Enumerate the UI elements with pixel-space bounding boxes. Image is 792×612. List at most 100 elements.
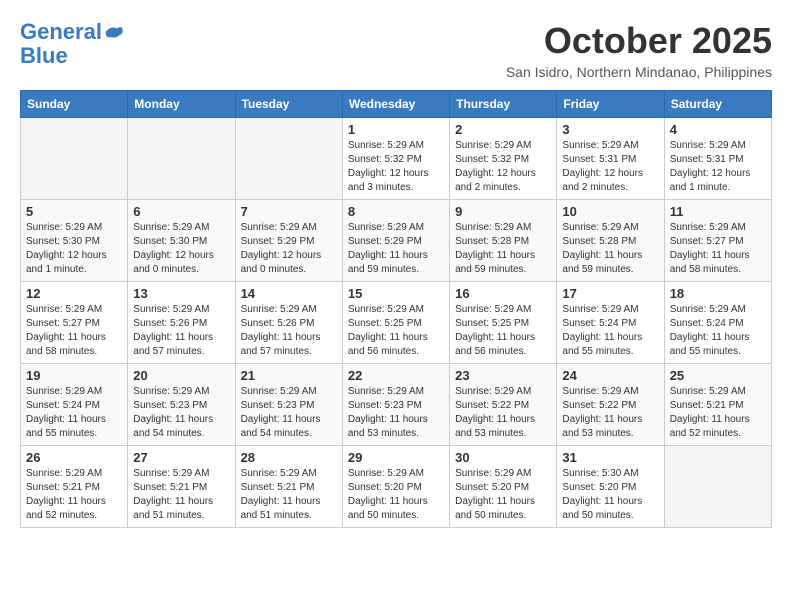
- calendar-week-row: 19 Sunrise: 5:29 AMSunset: 5:24 PMDayligh…: [21, 364, 772, 446]
- day-number: 13: [133, 286, 229, 301]
- day-info: Sunrise: 5:29 AMSunset: 5:24 PMDaylight:…: [670, 303, 766, 359]
- day-number: 26: [26, 450, 122, 465]
- day-number: 4: [670, 122, 766, 137]
- weekday-header-cell: Saturday: [664, 91, 771, 118]
- calendar-day-cell: 28 Sunrise: 5:29 AMSunset: 5:21 PMDayligh…: [235, 446, 342, 528]
- day-info: Sunrise: 5:29 AMSunset: 5:30 PMDaylight:…: [26, 221, 122, 277]
- calendar-day-cell: 30Sunrise: 5:29 AMSunset: 5:20 PMDayligh…: [450, 446, 557, 528]
- calendar-day-cell: 27 Sunrise: 5:29 AMSunset: 5:21 PMDayligh…: [128, 446, 235, 528]
- day-info: Sunrise: 5:29 AMSunset: 5:26 PMDaylight:…: [241, 303, 337, 359]
- day-number: 2: [455, 122, 551, 137]
- day-number: 12: [26, 286, 122, 301]
- day-info: Sunrise: 5:29 AMSunset: 5:21 PMDaylight:…: [241, 467, 337, 523]
- title-section: October 2025 San Isidro, Northern Mindan…: [506, 20, 772, 80]
- location-title: San Isidro, Northern Mindanao, Philippin…: [506, 64, 772, 80]
- calendar-day-cell: 10 Sunrise: 5:29 AMSunset: 5:28 PMDayligh…: [557, 200, 664, 282]
- calendar-day-cell: 17 Sunrise: 5:29 AMSunset: 5:24 PMDayligh…: [557, 282, 664, 364]
- day-info: Sunrise: 5:29 AMSunset: 5:20 PMDaylight:…: [455, 467, 551, 523]
- calendar-day-cell: [21, 118, 128, 200]
- calendar-day-cell: 18 Sunrise: 5:29 AMSunset: 5:24 PMDayligh…: [664, 282, 771, 364]
- calendar-day-cell: 16Sunrise: 5:29 AMSunset: 5:25 PMDayligh…: [450, 282, 557, 364]
- calendar-table: SundayMondayTuesdayWednesdayThursdayFrid…: [20, 90, 772, 528]
- calendar-day-cell: 12Sunrise: 5:29 AMSunset: 5:27 PMDayligh…: [21, 282, 128, 364]
- day-number: 6: [133, 204, 229, 219]
- calendar-day-cell: 29 Sunrise: 5:29 AMSunset: 5:20 PMDayligh…: [342, 446, 449, 528]
- day-info: Sunrise: 5:29 AMSunset: 5:30 PMDaylight:…: [133, 221, 229, 277]
- day-number: 17: [562, 286, 658, 301]
- day-number: 23: [455, 368, 551, 383]
- month-title: October 2025: [506, 20, 772, 62]
- day-number: 11: [670, 204, 766, 219]
- calendar-day-cell: 26 Sunrise: 5:29 AMSunset: 5:21 PMDayligh…: [21, 446, 128, 528]
- weekday-header-row: SundayMondayTuesdayWednesdayThursdayFrid…: [21, 91, 772, 118]
- day-info: Sunrise: 5:29 AMSunset: 5:29 PMDaylight:…: [241, 221, 337, 277]
- calendar-day-cell: 20Sunrise: 5:29 AMSunset: 5:23 PMDayligh…: [128, 364, 235, 446]
- calendar-day-cell: 23 Sunrise: 5:29 AMSunset: 5:22 PMDayligh…: [450, 364, 557, 446]
- calendar-day-cell: [664, 446, 771, 528]
- day-info: Sunrise: 5:29 AMSunset: 5:21 PMDaylight:…: [133, 467, 229, 523]
- day-number: 16: [455, 286, 551, 301]
- day-info: Sunrise: 5:29 AMSunset: 5:24 PMDaylight:…: [562, 303, 658, 359]
- logo-line2: Blue: [20, 44, 124, 68]
- day-info: Sunrise: 5:29 AMSunset: 5:32 PMDaylight:…: [348, 139, 444, 195]
- weekday-header-cell: Monday: [128, 91, 235, 118]
- calendar-day-cell: 8 Sunrise: 5:29 AMSunset: 5:29 PMDaylight…: [342, 200, 449, 282]
- day-number: 28: [241, 450, 337, 465]
- weekday-header-cell: Wednesday: [342, 91, 449, 118]
- day-number: 31: [562, 450, 658, 465]
- calendar-day-cell: 13 Sunrise: 5:29 AMSunset: 5:26 PMDayligh…: [128, 282, 235, 364]
- day-number: 27: [133, 450, 229, 465]
- calendar-day-cell: 11Sunrise: 5:29 AMSunset: 5:27 PMDayligh…: [664, 200, 771, 282]
- day-number: 8: [348, 204, 444, 219]
- day-info: Sunrise: 5:30 AMSunset: 5:20 PMDaylight:…: [562, 467, 658, 523]
- day-info: Sunrise: 5:29 AMSunset: 5:21 PMDaylight:…: [26, 467, 122, 523]
- day-info: Sunrise: 5:29 AMSunset: 5:23 PMDaylight:…: [241, 385, 337, 441]
- weekday-header-cell: Friday: [557, 91, 664, 118]
- calendar-day-cell: 21 Sunrise: 5:29 AMSunset: 5:23 PMDayligh…: [235, 364, 342, 446]
- day-number: 10: [562, 204, 658, 219]
- day-number: 25: [670, 368, 766, 383]
- day-number: 5: [26, 204, 122, 219]
- day-info: Sunrise: 5:29 AMSunset: 5:26 PMDaylight:…: [133, 303, 229, 359]
- day-number: 19: [26, 368, 122, 383]
- day-number: 1: [348, 122, 444, 137]
- calendar-day-cell: 4 Sunrise: 5:29 AMSunset: 5:31 PMDaylight…: [664, 118, 771, 200]
- weekday-header-cell: Sunday: [21, 91, 128, 118]
- calendar-day-cell: 22Sunrise: 5:29 AMSunset: 5:23 PMDayligh…: [342, 364, 449, 446]
- day-info: Sunrise: 5:29 AMSunset: 5:31 PMDaylight:…: [670, 139, 766, 195]
- calendar-day-cell: 6 Sunrise: 5:29 AMSunset: 5:30 PMDaylight…: [128, 200, 235, 282]
- day-number: 24: [562, 368, 658, 383]
- day-number: 15: [348, 286, 444, 301]
- calendar-day-cell: 14Sunrise: 5:29 AMSunset: 5:26 PMDayligh…: [235, 282, 342, 364]
- calendar-day-cell: 19 Sunrise: 5:29 AMSunset: 5:24 PMDayligh…: [21, 364, 128, 446]
- day-info: Sunrise: 5:29 AMSunset: 5:28 PMDaylight:…: [562, 221, 658, 277]
- logo-icon: [104, 22, 124, 42]
- day-info: Sunrise: 5:29 AMSunset: 5:20 PMDaylight:…: [348, 467, 444, 523]
- calendar-day-cell: [128, 118, 235, 200]
- day-info: Sunrise: 5:29 AMSunset: 5:29 PMDaylight:…: [348, 221, 444, 277]
- page-header: General Blue October 2025 San Isidro, No…: [20, 20, 772, 80]
- calendar-body: 1 Sunrise: 5:29 AMSunset: 5:32 PMDaylight…: [21, 118, 772, 528]
- day-info: Sunrise: 5:29 AMSunset: 5:31 PMDaylight:…: [562, 139, 658, 195]
- calendar-week-row: 12Sunrise: 5:29 AMSunset: 5:27 PMDayligh…: [21, 282, 772, 364]
- logo-line1: General: [20, 19, 102, 44]
- day-number: 21: [241, 368, 337, 383]
- day-info: Sunrise: 5:29 AMSunset: 5:21 PMDaylight:…: [670, 385, 766, 441]
- calendar-day-cell: 3Sunrise: 5:29 AMSunset: 5:31 PMDaylight…: [557, 118, 664, 200]
- calendar-day-cell: 9Sunrise: 5:29 AMSunset: 5:28 PMDaylight…: [450, 200, 557, 282]
- day-number: 29: [348, 450, 444, 465]
- day-number: 7: [241, 204, 337, 219]
- calendar-day-cell: 1 Sunrise: 5:29 AMSunset: 5:32 PMDaylight…: [342, 118, 449, 200]
- day-info: Sunrise: 5:29 AMSunset: 5:23 PMDaylight:…: [133, 385, 229, 441]
- logo-text: General: [20, 20, 102, 44]
- day-info: Sunrise: 5:29 AMSunset: 5:24 PMDaylight:…: [26, 385, 122, 441]
- day-info: Sunrise: 5:29 AMSunset: 5:25 PMDaylight:…: [348, 303, 444, 359]
- calendar-day-cell: 24Sunrise: 5:29 AMSunset: 5:22 PMDayligh…: [557, 364, 664, 446]
- day-number: 22: [348, 368, 444, 383]
- day-number: 18: [670, 286, 766, 301]
- day-info: Sunrise: 5:29 AMSunset: 5:32 PMDaylight:…: [455, 139, 551, 195]
- day-number: 9: [455, 204, 551, 219]
- day-info: Sunrise: 5:29 AMSunset: 5:22 PMDaylight:…: [455, 385, 551, 441]
- weekday-header-cell: Thursday: [450, 91, 557, 118]
- calendar-day-cell: 2 Sunrise: 5:29 AMSunset: 5:32 PMDaylight…: [450, 118, 557, 200]
